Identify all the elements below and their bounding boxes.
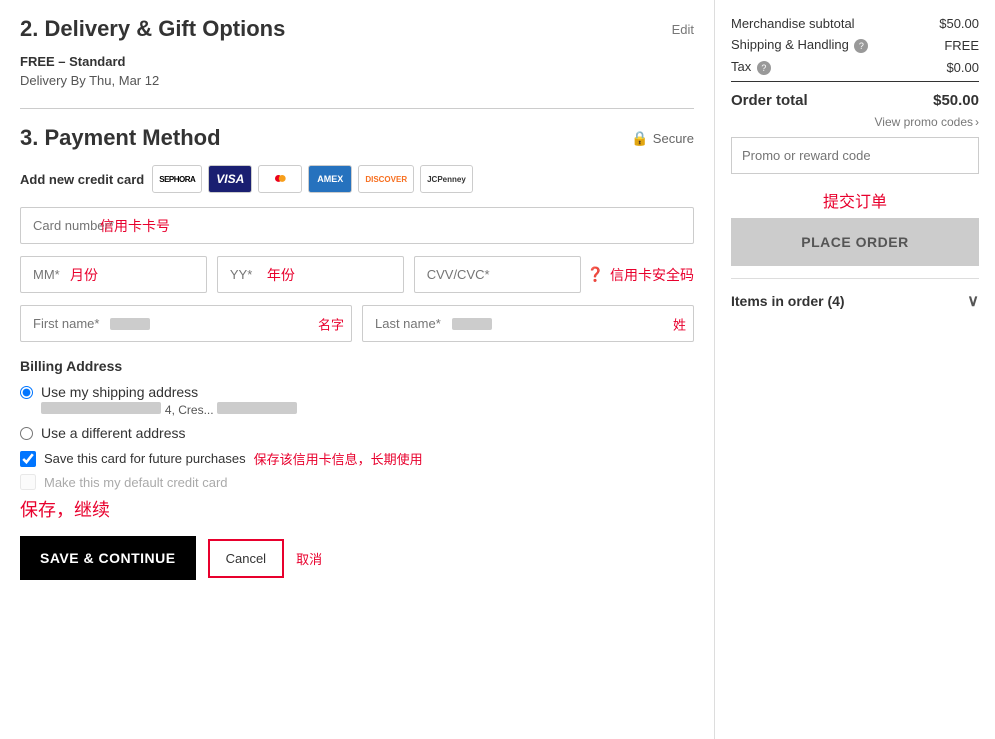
shipping-amount: FREE	[944, 38, 979, 53]
default-card-checkbox[interactable]	[20, 474, 36, 490]
use-shipping-row[interactable]: Use my shipping address 4, Cres...	[20, 384, 694, 417]
cvv-input[interactable]	[414, 256, 581, 293]
use-different-row[interactable]: Use a different address	[20, 425, 694, 441]
first-name-field-wrapper: 名字	[20, 305, 352, 342]
jcp-logo: JCPenney	[420, 165, 473, 193]
shipping-row: Shipping & Handling ? FREE	[731, 37, 979, 53]
payment-title: 3. Payment Method	[20, 125, 221, 151]
amex-logo: AMEX	[308, 165, 352, 193]
order-summary-sidebar: Merchandise subtotal $50.00 Shipping & H…	[715, 0, 995, 739]
tax-help-icon[interactable]: ?	[757, 61, 771, 75]
items-in-order-label: Items in order (4)	[731, 293, 845, 309]
order-total-label: Order total	[731, 92, 808, 109]
date-cvv-row: 月份 年份 ❓ 信用卡安全码	[20, 256, 694, 293]
name-row: 名字 姓	[20, 305, 694, 342]
month-annotation: 月份	[70, 265, 98, 285]
use-different-label: Use a different address	[41, 425, 186, 441]
order-total-amount: $50.00	[933, 92, 979, 109]
promo-chevron-icon: ›	[975, 115, 979, 129]
last-name-field-wrapper: 姓	[362, 305, 694, 342]
tax-row: Tax ? $0.00	[731, 59, 979, 75]
discover-logo: DISCOVER	[358, 165, 414, 193]
tax-amount: $0.00	[946, 60, 979, 75]
billing-address-section: Billing Address Use my shipping address …	[20, 358, 694, 490]
use-different-radio[interactable]	[20, 427, 33, 440]
delivery-free-label: FREE – Standard	[20, 54, 694, 69]
items-chevron-icon: ∨	[967, 291, 979, 311]
address-text: 4, Cres...	[165, 403, 214, 417]
save-card-row[interactable]: Save this card for future purchases 保存该信…	[20, 449, 694, 468]
merchandise-row: Merchandise subtotal $50.00	[731, 16, 979, 31]
cvv-field-wrapper: ❓ 信用卡安全码	[414, 256, 694, 293]
year-input[interactable]	[217, 256, 404, 293]
shipping-label: Shipping & Handling ?	[731, 37, 868, 53]
add-card-label: Add new credit card	[20, 172, 144, 187]
button-row: SAVE & CONTINUE Cancel 取消	[20, 536, 694, 580]
order-total-row: Order total $50.00	[731, 81, 979, 109]
delivery-section: 2. Delivery & Gift Options Edit FREE – S…	[20, 16, 694, 88]
delivery-date: Delivery By Thu, Mar 12	[20, 73, 694, 88]
save-annotation: 保存，继续	[20, 500, 110, 520]
last-name-blur	[452, 318, 492, 330]
default-card-label: Make this my default credit card	[44, 475, 228, 490]
card-number-field-row: 信用卡卡号	[20, 207, 694, 244]
lock-icon: 🔒	[631, 130, 648, 147]
last-name-annotation: 姓	[673, 314, 686, 333]
default-card-row[interactable]: Make this my default credit card	[20, 474, 694, 490]
items-in-order-row[interactable]: Items in order (4) ∨	[731, 278, 979, 311]
address-blurred-2	[217, 402, 297, 414]
address-blurred-1	[41, 402, 161, 414]
merchandise-amount: $50.00	[939, 16, 979, 31]
place-order-chinese: 提交订单	[731, 188, 979, 212]
delivery-edit-link[interactable]: Edit	[672, 22, 694, 37]
payment-section: 3. Payment Method 🔒 Secure Add new credi…	[20, 125, 694, 580]
year-annotation: 年份	[267, 265, 295, 285]
view-promo-link[interactable]: View promo codes ›	[731, 115, 979, 129]
place-order-button[interactable]: PLACE ORDER	[731, 218, 979, 266]
first-name-input[interactable]	[20, 305, 352, 342]
first-name-blur	[110, 318, 150, 330]
visa-logo: VISA	[208, 165, 252, 193]
mastercard-logo: ●●	[258, 165, 302, 193]
payment-header: 3. Payment Method 🔒 Secure	[20, 125, 694, 151]
promo-input[interactable]	[731, 137, 979, 174]
section-divider	[20, 108, 694, 109]
save-continue-button[interactable]: SAVE & CONTINUE	[20, 536, 196, 580]
delivery-title-text: 2. Delivery & Gift Options	[20, 16, 285, 42]
delivery-section-title: 2. Delivery & Gift Options Edit	[20, 16, 694, 42]
sephora-logo: SEPHORA	[152, 165, 202, 193]
merchandise-label: Merchandise subtotal	[731, 16, 855, 31]
secure-label: 🔒 Secure	[631, 130, 694, 147]
use-shipping-radio[interactable]	[20, 386, 33, 399]
use-shipping-label: Use my shipping address 4, Cres...	[41, 384, 297, 417]
tax-label: Tax ?	[731, 59, 771, 75]
cancel-button[interactable]: Cancel	[208, 539, 284, 578]
shipping-help-icon[interactable]: ?	[854, 39, 868, 53]
cancel-annotation: 取消	[296, 549, 322, 568]
year-field-wrapper: 年份	[217, 256, 404, 293]
cvv-help-icon[interactable]: ❓	[587, 266, 604, 283]
first-name-annotation: 名字	[318, 314, 344, 333]
cvv-annotation: 信用卡安全码	[610, 265, 694, 285]
month-field-wrapper: 月份	[20, 256, 207, 293]
save-annotation-text: 保存，继续	[20, 496, 694, 522]
save-card-checkbox[interactable]	[20, 451, 36, 467]
month-input[interactable]	[20, 256, 207, 293]
add-card-row: Add new credit card SEPHORA VISA ●● AMEX…	[20, 165, 694, 193]
save-card-label: Save this card for future purchases	[44, 451, 246, 466]
card-number-input[interactable]	[20, 207, 694, 244]
last-name-input[interactable]	[362, 305, 694, 342]
billing-title: Billing Address	[20, 358, 694, 374]
card-logos: SEPHORA VISA ●● AMEX DISCOVER JCPenney	[152, 165, 473, 193]
save-card-annotation: 保存该信用卡信息，长期使用	[254, 449, 423, 468]
